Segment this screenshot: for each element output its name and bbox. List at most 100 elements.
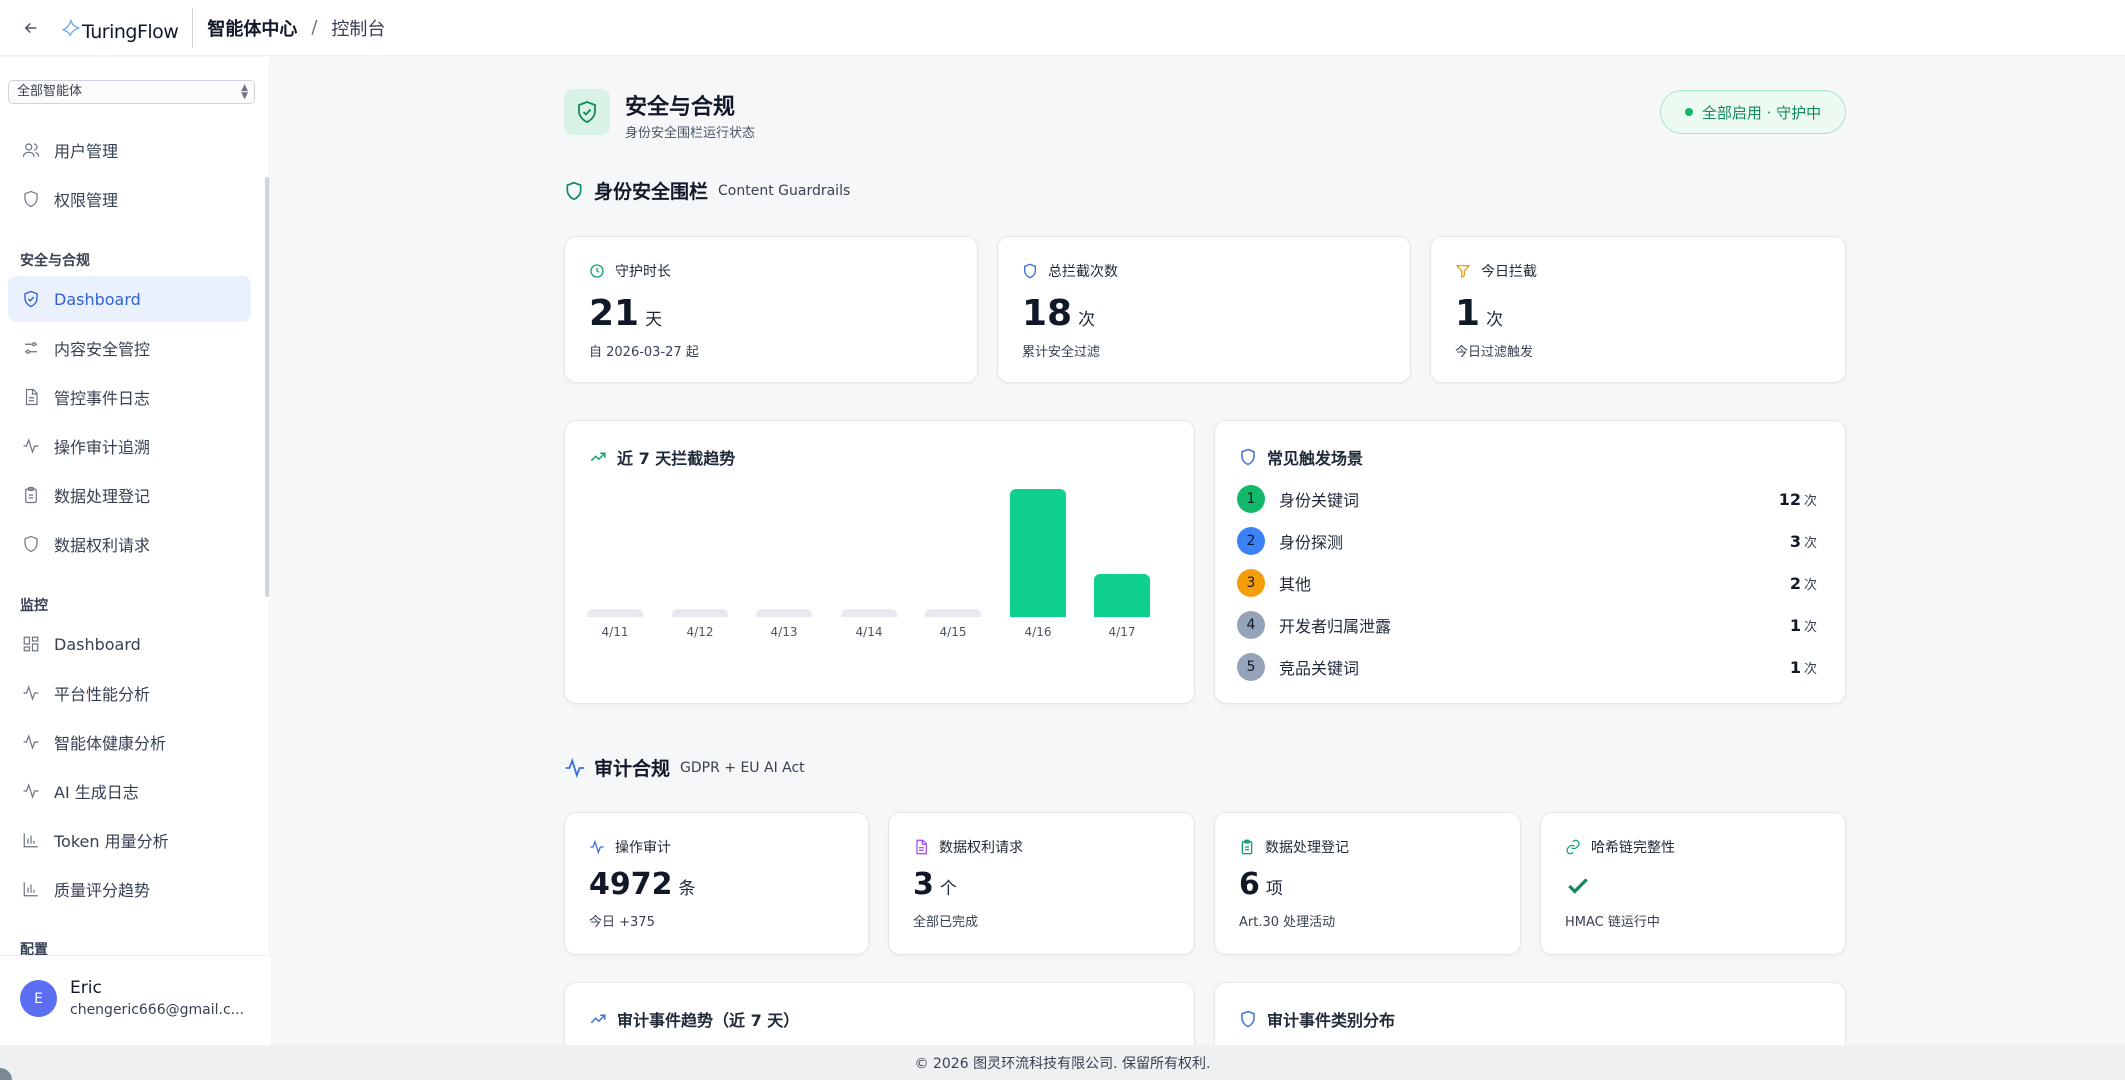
stat-card-guard-duration: 守护时长 21 天 自 2026-03-27 起 [564, 236, 978, 383]
bar-chart-icon [20, 829, 42, 851]
logo-text: TuringFlow [82, 20, 179, 43]
status-text: 全部启用 · 守护中 [1701, 103, 1822, 122]
chart-bar[interactable] [587, 609, 643, 617]
stat-label: 今日拦截 [1481, 264, 1537, 280]
section-subtitle: Content Guardrails [718, 182, 851, 199]
scene-unit: 次 [1803, 661, 1817, 677]
section-title: 身份安全围栏 [594, 181, 709, 203]
stat-value: 18 [1022, 293, 1073, 334]
chart-bar[interactable] [1094, 574, 1150, 617]
section-guardrails-header: 身份安全围栏 Content Guardrails [564, 177, 850, 204]
x-tick-label: 4/15 [939, 625, 967, 639]
chart-bar[interactable] [1010, 489, 1066, 617]
shield-icon [564, 180, 586, 202]
chart-bar[interactable] [672, 609, 728, 617]
card-title: 近 7 天拦截趋势 [617, 449, 736, 468]
sidebar-item-content-safety[interactable]: 内容安全管控 [8, 325, 251, 371]
back-arrow-icon[interactable] [18, 15, 44, 41]
stat-unit: 次 [1078, 310, 1096, 330]
chart-bar[interactable] [841, 609, 897, 617]
scene-name: 身份关键词 [1279, 491, 1360, 510]
stat-label: 数据权利请求 [939, 840, 1023, 856]
clipboard-icon [20, 484, 42, 506]
sidebar-item-platform-performance[interactable]: 平台性能分析 [8, 670, 251, 716]
breadcrumb-separator: / [311, 17, 318, 38]
user-profile[interactable]: E Eric chengeric666@gmail.c... [0, 955, 270, 1045]
agent-select[interactable]: 全部智能体 ▲ ▼ [8, 80, 255, 104]
shield-icon [20, 533, 42, 555]
sidebar-item-label: 操作审计追溯 [54, 438, 151, 457]
stat-footnote: 今日过滤触发 [1455, 345, 1534, 360]
sidebar-item-audit-trace[interactable]: 操作审计追溯 [8, 423, 251, 469]
trending-up-icon [589, 1009, 609, 1029]
sidebar-item-agent-health[interactable]: 智能体健康分析 [8, 719, 251, 765]
stat-card-hash-chain: 哈希链完整性 HMAC 链运行中 [1540, 812, 1846, 955]
sidebar-section-security: 安全与合规 [20, 253, 90, 269]
check-icon [1565, 873, 1591, 903]
sidebar-item-label: Dashboard [54, 634, 141, 654]
scene-count: 1 [1789, 615, 1801, 635]
section-audit-header: 审计合规 GDPR + EU AI Act [564, 754, 805, 781]
sidebar-scrollbar[interactable] [265, 177, 269, 597]
trigger-scenes-card: 常见触发场景 1 身份关键词 12 次 2 身份探测 3 次 3 其他 2 次 4 开发者归属泄露 1… [1214, 420, 1846, 704]
activity-icon [20, 435, 42, 457]
scene-unit: 次 [1803, 535, 1817, 551]
rank-badge: 1 [1237, 485, 1265, 513]
scene-unit: 次 [1803, 619, 1817, 635]
sidebar-item-users[interactable]: 用户管理 [8, 127, 251, 173]
scene-count: 3 [1789, 531, 1801, 551]
logo-bird-icon [62, 18, 80, 37]
sidebar-item-label: Token 用量分析 [54, 832, 169, 851]
sidebar-item-label: 数据权利请求 [54, 536, 151, 555]
list-item: 4 开发者归属泄露 1 次 [1237, 610, 1817, 640]
sidebar-item-data-rights[interactable]: 数据权利请求 [8, 521, 251, 567]
stat-value: 4972 [589, 867, 673, 902]
shield-icon [20, 188, 42, 210]
sidebar-item-data-processing[interactable]: 数据处理登记 [8, 472, 251, 518]
scene-unit: 次 [1803, 493, 1817, 509]
stat-footnote: 自 2026-03-27 起 [589, 345, 699, 360]
main-content: 安全与合规 身份安全围栏运行状态 全部启用 · 守护中 身份安全围栏 Conte… [271, 57, 2125, 1062]
x-tick-label: 4/13 [770, 625, 798, 639]
scene-count: 12 [1778, 489, 1801, 509]
stat-footnote: HMAC 链运行中 [1565, 915, 1660, 930]
activity-icon [564, 757, 586, 779]
logo[interactable]: TuringFlow [60, 7, 194, 48]
clipboard-icon [1239, 838, 1257, 856]
sidebar-section-monitor: 监控 [20, 598, 48, 614]
list-item: 2 身份探测 3 次 [1237, 526, 1817, 556]
card-title: 审计事件类别分布 [1267, 1011, 1396, 1030]
sidebar-item-monitor-dashboard[interactable]: Dashboard [8, 621, 251, 667]
list-item: 5 竞品关键词 1 次 [1237, 652, 1817, 682]
sidebar-item-quality-trend[interactable]: 质量评分趋势 [8, 866, 251, 912]
sidebar-item-label: 权限管理 [54, 191, 119, 210]
sidebar-item-permissions[interactable]: 权限管理 [8, 176, 251, 222]
chart-bar[interactable] [925, 609, 981, 617]
sidebar-item-token-usage[interactable]: Token 用量分析 [8, 817, 251, 863]
copyright-text: © 2026 图灵环流科技有限公司. 保留所有权利. [914, 1055, 1211, 1072]
stat-card-total-blocks: 总拦截次数 18 次 累计安全过滤 [997, 236, 1411, 383]
x-tick-label: 4/12 [686, 625, 714, 639]
status-dot-icon [1684, 108, 1693, 116]
section-title: 审计合规 [594, 758, 671, 780]
trending-up-icon [589, 447, 609, 467]
stat-value: 3 [913, 867, 934, 902]
scene-name: 竞品关键词 [1279, 659, 1360, 678]
shield-icon [1239, 1009, 1259, 1029]
breadcrumb-agent-center[interactable]: 智能体中心 [207, 15, 297, 41]
user-name: Eric [70, 978, 102, 998]
stat-footnote: 累计安全过滤 [1022, 345, 1101, 360]
chart-bar[interactable] [756, 609, 812, 617]
sidebar-item-security-dashboard[interactable]: Dashboard [8, 276, 251, 322]
sidebar-item-event-log[interactable]: 管控事件日志 [8, 374, 251, 420]
x-tick-label: 4/17 [1108, 625, 1136, 639]
shield-check-icon [20, 288, 42, 310]
rank-badge: 5 [1237, 653, 1265, 681]
breadcrumb-console: 控制台 [331, 18, 386, 40]
page-footer: © 2026 图灵环流科技有限公司. 保留所有权利. [0, 1045, 2125, 1080]
sidebar-item-ai-log[interactable]: AI 生成日志 [8, 768, 251, 814]
card-title: 常见触发场景 [1267, 449, 1364, 468]
sidebar-item-label: 智能体健康分析 [54, 734, 167, 753]
x-tick-label: 4/16 [1024, 625, 1052, 639]
rank-badge: 4 [1237, 611, 1265, 639]
